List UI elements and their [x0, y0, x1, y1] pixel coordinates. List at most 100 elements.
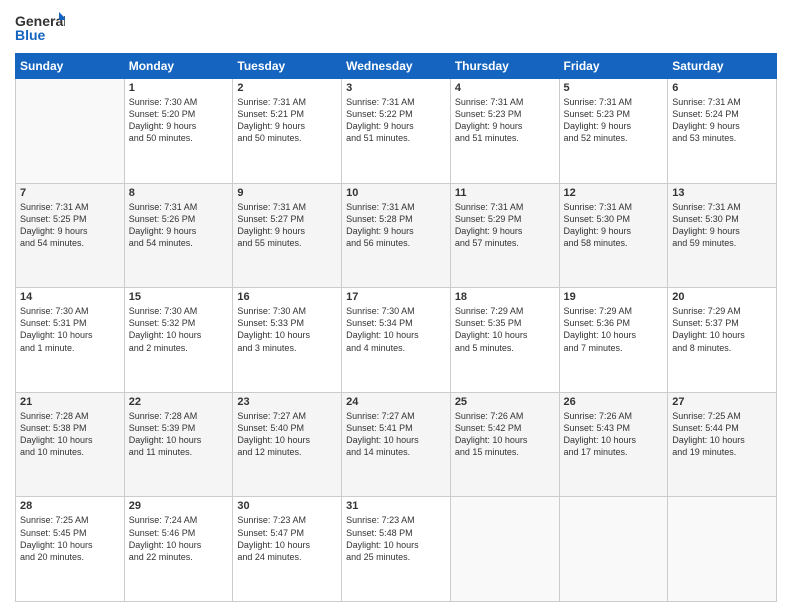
day-number: 31: [346, 500, 446, 512]
calendar-cell: 9 Sunrise: 7:31 AMSunset: 5:27 PMDaylight…: [233, 183, 342, 288]
calendar-cell: 24 Sunrise: 7:27 AMSunset: 5:41 PMDayligh…: [342, 392, 451, 497]
day-number: 23: [237, 396, 337, 408]
day-number: 9: [237, 187, 337, 199]
day-info: Sunrise: 7:30 AMSunset: 5:34 PMDaylight:…: [346, 305, 446, 354]
day-number: 28: [20, 500, 120, 512]
logo: General Blue: [15, 10, 65, 45]
day-number: 3: [346, 82, 446, 94]
calendar-cell: 6 Sunrise: 7:31 AMSunset: 5:24 PMDaylight…: [668, 79, 777, 184]
calendar-week-row: 28 Sunrise: 7:25 AMSunset: 5:45 PMDayligh…: [16, 497, 777, 602]
calendar-cell: 27 Sunrise: 7:25 AMSunset: 5:44 PMDayligh…: [668, 392, 777, 497]
calendar-cell: 3 Sunrise: 7:31 AMSunset: 5:22 PMDaylight…: [342, 79, 451, 184]
day-number: 17: [346, 291, 446, 303]
day-info: Sunrise: 7:26 AMSunset: 5:42 PMDaylight:…: [455, 410, 555, 459]
calendar-cell: 7Sunrise: 7:31 AMSunset: 5:25 PMDaylight…: [16, 183, 125, 288]
calendar-cell: 10 Sunrise: 7:31 AMSunset: 5:28 PMDayligh…: [342, 183, 451, 288]
calendar-cell: 25 Sunrise: 7:26 AMSunset: 5:42 PMDayligh…: [450, 392, 559, 497]
calendar-cell: 1 Sunrise: 7:30 AMSunset: 5:20 PMDaylight…: [124, 79, 233, 184]
header-wednesday: Wednesday: [342, 54, 451, 79]
calendar-cell: 26 Sunrise: 7:26 AMSunset: 5:43 PMDayligh…: [559, 392, 668, 497]
calendar-cell: [668, 497, 777, 602]
day-number: 8: [129, 187, 229, 199]
day-info: Sunrise: 7:30 AMSunset: 5:20 PMDaylight:…: [129, 96, 229, 145]
day-info: Sunrise: 7:31 AMSunset: 5:30 PMDaylight:…: [672, 201, 772, 250]
day-info: Sunrise: 7:23 AMSunset: 5:47 PMDaylight:…: [237, 514, 337, 563]
calendar-week-row: 1 Sunrise: 7:30 AMSunset: 5:20 PMDaylight…: [16, 79, 777, 184]
calendar-cell: 5Sunrise: 7:31 AMSunset: 5:23 PMDaylight…: [559, 79, 668, 184]
day-number: 27: [672, 396, 772, 408]
day-number: 2: [237, 82, 337, 94]
day-info: Sunrise: 7:23 AMSunset: 5:48 PMDaylight:…: [346, 514, 446, 563]
header-row: SundayMondayTuesdayWednesdayThursdayFrid…: [16, 54, 777, 79]
calendar-cell: 2Sunrise: 7:31 AMSunset: 5:21 PMDaylight…: [233, 79, 342, 184]
day-info: Sunrise: 7:31 AMSunset: 5:22 PMDaylight:…: [346, 96, 446, 145]
header-sunday: Sunday: [16, 54, 125, 79]
day-info: Sunrise: 7:31 AMSunset: 5:28 PMDaylight:…: [346, 201, 446, 250]
day-number: 24: [346, 396, 446, 408]
day-number: 21: [20, 396, 120, 408]
day-info: Sunrise: 7:27 AMSunset: 5:40 PMDaylight:…: [237, 410, 337, 459]
day-info: Sunrise: 7:31 AMSunset: 5:27 PMDaylight:…: [237, 201, 337, 250]
calendar-table: SundayMondayTuesdayWednesdayThursdayFrid…: [15, 53, 777, 602]
calendar-cell: [450, 497, 559, 602]
day-info: Sunrise: 7:31 AMSunset: 5:25 PMDaylight:…: [20, 201, 120, 250]
day-number: 11: [455, 187, 555, 199]
day-number: 1: [129, 82, 229, 94]
page: General Blue SundayMondayTuesdayWednesda…: [0, 0, 792, 612]
day-info: Sunrise: 7:31 AMSunset: 5:26 PMDaylight:…: [129, 201, 229, 250]
day-number: 26: [564, 396, 664, 408]
day-info: Sunrise: 7:30 AMSunset: 5:31 PMDaylight:…: [20, 305, 120, 354]
day-number: 18: [455, 291, 555, 303]
day-number: 20: [672, 291, 772, 303]
day-number: 10: [346, 187, 446, 199]
calendar-cell: 20Sunrise: 7:29 AMSunset: 5:37 PMDayligh…: [668, 288, 777, 393]
logo-svg: General Blue: [15, 10, 65, 45]
calendar-week-row: 21 Sunrise: 7:28 AMSunset: 5:38 PMDayligh…: [16, 392, 777, 497]
calendar-cell: 19Sunrise: 7:29 AMSunset: 5:36 PMDayligh…: [559, 288, 668, 393]
day-info: Sunrise: 7:28 AMSunset: 5:38 PMDaylight:…: [20, 410, 120, 459]
calendar-cell: 16Sunrise: 7:30 AMSunset: 5:33 PMDayligh…: [233, 288, 342, 393]
svg-text:Blue: Blue: [15, 27, 46, 43]
calendar-cell: 18 Sunrise: 7:29 AMSunset: 5:35 PMDayligh…: [450, 288, 559, 393]
day-number: 6: [672, 82, 772, 94]
day-number: 25: [455, 396, 555, 408]
day-info: Sunrise: 7:27 AMSunset: 5:41 PMDaylight:…: [346, 410, 446, 459]
day-info: Sunrise: 7:29 AMSunset: 5:35 PMDaylight:…: [455, 305, 555, 354]
day-info: Sunrise: 7:26 AMSunset: 5:43 PMDaylight:…: [564, 410, 664, 459]
calendar-cell: 28 Sunrise: 7:25 AMSunset: 5:45 PMDayligh…: [16, 497, 125, 602]
day-number: 29: [129, 500, 229, 512]
day-info: Sunrise: 7:31 AMSunset: 5:30 PMDaylight:…: [564, 201, 664, 250]
header-saturday: Saturday: [668, 54, 777, 79]
calendar-cell: 22 Sunrise: 7:28 AMSunset: 5:39 PMDayligh…: [124, 392, 233, 497]
day-info: Sunrise: 7:31 AMSunset: 5:24 PMDaylight:…: [672, 96, 772, 145]
calendar-cell: 30Sunrise: 7:23 AMSunset: 5:47 PMDayligh…: [233, 497, 342, 602]
header-thursday: Thursday: [450, 54, 559, 79]
calendar-cell: [559, 497, 668, 602]
calendar-cell: 23 Sunrise: 7:27 AMSunset: 5:40 PMDayligh…: [233, 392, 342, 497]
day-number: 19: [564, 291, 664, 303]
day-info: Sunrise: 7:24 AMSunset: 5:46 PMDaylight:…: [129, 514, 229, 563]
calendar-cell: 29 Sunrise: 7:24 AMSunset: 5:46 PMDayligh…: [124, 497, 233, 602]
header-friday: Friday: [559, 54, 668, 79]
day-number: 22: [129, 396, 229, 408]
day-info: Sunrise: 7:25 AMSunset: 5:44 PMDaylight:…: [672, 410, 772, 459]
calendar-cell: 11 Sunrise: 7:31 AMSunset: 5:29 PMDayligh…: [450, 183, 559, 288]
day-number: 13: [672, 187, 772, 199]
day-info: Sunrise: 7:28 AMSunset: 5:39 PMDaylight:…: [129, 410, 229, 459]
day-number: 15: [129, 291, 229, 303]
day-info: Sunrise: 7:25 AMSunset: 5:45 PMDaylight:…: [20, 514, 120, 563]
header-tuesday: Tuesday: [233, 54, 342, 79]
day-info: Sunrise: 7:30 AMSunset: 5:32 PMDaylight:…: [129, 305, 229, 354]
calendar-cell: 4Sunrise: 7:31 AMSunset: 5:23 PMDaylight…: [450, 79, 559, 184]
calendar-week-row: 14 Sunrise: 7:30 AMSunset: 5:31 PMDayligh…: [16, 288, 777, 393]
calendar-week-row: 7Sunrise: 7:31 AMSunset: 5:25 PMDaylight…: [16, 183, 777, 288]
calendar-cell: 21 Sunrise: 7:28 AMSunset: 5:38 PMDayligh…: [16, 392, 125, 497]
day-number: 14: [20, 291, 120, 303]
day-number: 4: [455, 82, 555, 94]
day-info: Sunrise: 7:31 AMSunset: 5:29 PMDaylight:…: [455, 201, 555, 250]
day-number: 5: [564, 82, 664, 94]
calendar-cell: 17 Sunrise: 7:30 AMSunset: 5:34 PMDayligh…: [342, 288, 451, 393]
header: General Blue: [15, 10, 777, 45]
day-number: 16: [237, 291, 337, 303]
calendar-cell: 14 Sunrise: 7:30 AMSunset: 5:31 PMDayligh…: [16, 288, 125, 393]
